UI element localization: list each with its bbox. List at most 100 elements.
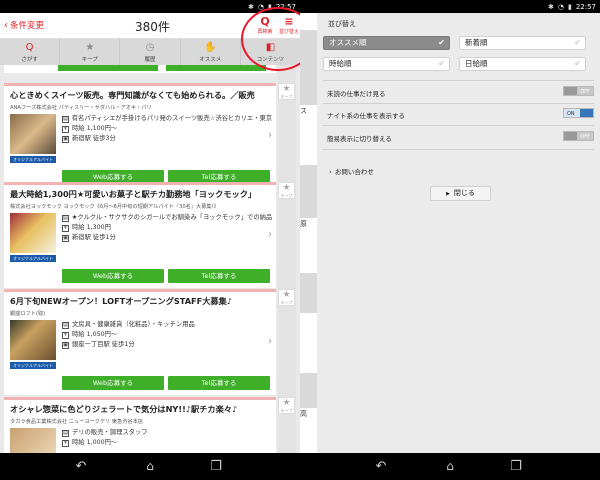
bg-card: 原 xyxy=(300,218,317,273)
status-time: 22:57 xyxy=(575,2,596,11)
home-icon[interactable]: ⌂ xyxy=(440,459,460,473)
tab-keep[interactable]: ★ キープ xyxy=(60,39,121,65)
job-list-screen: ✱ ◔ ▮ 22:57 ‹ 条件変更 380件 Q 再検索 ≡ 並び替え Q さ… xyxy=(0,0,300,453)
sort-option-label: 日給順 xyxy=(465,59,488,68)
tab-recommend[interactable]: ✋ オススメ xyxy=(181,39,241,65)
job-desc: ★クルクル・サクサクのシガールでお馴染み「ヨックモック」での納品... xyxy=(71,214,272,221)
bg-card-text: ス xyxy=(300,107,307,115)
train-icon: ▣ xyxy=(62,135,69,143)
web-apply-button[interactable]: Web応募する xyxy=(62,269,164,283)
sort-option-newest[interactable]: 新着順 ✔ xyxy=(459,36,586,50)
bg-card-text: 原 xyxy=(300,220,307,228)
bg-card xyxy=(300,313,317,373)
job-summary[interactable]: オリジナルアルバイト ▤ ★クルクル・サクサクのシガールでお馴染み「ヨックモック」… xyxy=(4,213,276,269)
tab-history[interactable]: ◷ 履歴 xyxy=(120,39,181,65)
simple-view-toggle[interactable]: OFF xyxy=(563,131,594,141)
research-label: 再検索 xyxy=(257,29,273,35)
bg-card: 高 xyxy=(300,408,317,453)
tab-contents[interactable]: ◧ コンテンツ xyxy=(241,39,300,65)
home-icon[interactable]: ⌂ xyxy=(140,459,160,473)
wifi-icon: ◔ xyxy=(257,2,264,11)
divider xyxy=(323,149,594,150)
contents-icon: ◧ xyxy=(265,42,276,53)
job-station-row: ▣ 銀座一丁目駅 徒歩1分 xyxy=(62,340,272,350)
result-count: 380件 xyxy=(135,20,170,34)
job-summary[interactable]: オリジナルアルバイト ▤ 文房具・健康雑貨（化粧品）・キッチン用品 ¥ 時給 1,0… xyxy=(4,320,276,376)
job-station: 新宿駅 徒歩3分 xyxy=(72,135,116,142)
toggle-state: OFF xyxy=(580,134,590,140)
job-badge: オリジナルアルバイト xyxy=(10,255,56,262)
sort-label: 並び替え xyxy=(278,29,299,35)
tel-apply-button[interactable]: Tel応募する xyxy=(168,269,270,283)
tab-search[interactable]: Q さがす xyxy=(0,39,61,65)
divider xyxy=(323,80,594,81)
sort-button[interactable]: ≡ 並び替え xyxy=(278,15,300,37)
unread-only-toggle[interactable]: OFF xyxy=(563,86,594,96)
job-card[interactable]: オシャレ惣菜に色どりジェラートで気分はNY!!♪駅チカ楽々♪ タカラ食品工業株式… xyxy=(4,397,276,453)
keep-button[interactable]: ★ キープ xyxy=(278,397,295,414)
job-card[interactable]: 6月下旬NEWオープン！LOFTオープニングSTAFF大募集♪ 銀座ロフト(取)… xyxy=(4,289,276,395)
yen-icon: ¥ xyxy=(62,125,69,133)
contact-link[interactable]: › お問い合わせ xyxy=(329,166,374,176)
thumbs-up-icon: ✋ xyxy=(203,42,217,53)
job-title[interactable]: オシャレ惣菜に色どりジェラートで気分はNY!!♪駅チカ楽々♪ xyxy=(4,400,276,415)
job-wage: 時給 1,000円～ xyxy=(72,439,118,446)
job-card[interactable]: 心ときめくスイーツ販売。専門知識がなくても始められる。／販売 ANAフーズ株式会… xyxy=(4,83,276,189)
tel-apply-button[interactable]: Tel応募する xyxy=(168,376,270,390)
web-apply-button-partial[interactable] xyxy=(58,65,158,71)
keep-button[interactable]: ★ キープ xyxy=(278,289,295,306)
sort-screen: ✱ ◔ ▮ 22:57 ス 原 高 並び替え オススメ順 ✔ 新着順 ✔ 時給順… xyxy=(300,0,600,453)
bg-card: ス xyxy=(300,105,317,165)
star-icon: ★ xyxy=(282,183,291,193)
change-conditions-button[interactable]: ‹ 条件変更 xyxy=(4,19,44,32)
job-badge: オリジナルアルバイト xyxy=(10,156,56,163)
job-title[interactable]: 最大時給1,300円★可愛いお菓子と駅チカ勤務地「ヨックモック」 xyxy=(4,185,276,200)
web-apply-button[interactable]: Web応募する xyxy=(62,376,164,390)
toggle-label: 簡易表示に切り替える xyxy=(327,135,392,143)
toggle-knob xyxy=(564,132,577,140)
check-icon: ✔ xyxy=(574,38,581,47)
recent-apps-icon[interactable]: ❐ xyxy=(506,459,526,474)
keep-button[interactable]: ★ キープ xyxy=(278,83,295,100)
job-title[interactable]: 心ときめくスイーツ販売。専門知識がなくても始められる。／販売 xyxy=(4,86,276,101)
job-summary[interactable]: オリジナルアルバイト ▤ 有名パティシエが手掛けるパリ発のスイーツ販売☆渋谷ヒカリ… xyxy=(4,114,276,170)
star-icon: ★ xyxy=(85,42,95,53)
sort-option-hourly-wage[interactable]: 時給順 ✔ xyxy=(323,57,450,71)
sort-sheet: 並び替え オススメ順 ✔ 新着順 ✔ 時給順 ✔ 日給順 ✔ 未読の仕事だけ見る… xyxy=(317,13,600,453)
job-station-row: ▣ 新宿駅 徒歩3分 xyxy=(62,134,272,144)
play-arrow-icon: ▶ xyxy=(446,191,450,197)
job-photo xyxy=(10,213,56,253)
job-details: ▤ デリの販売・調理スタッフ ¥ 時給 1,000円～ xyxy=(62,428,272,448)
bg-card xyxy=(300,13,317,30)
chevron-right-icon: › xyxy=(268,336,272,347)
chevron-left-icon: ‹ xyxy=(4,19,8,31)
contact-label: お問い合わせ xyxy=(334,168,374,176)
sort-lines-icon: ≡ xyxy=(284,15,294,28)
back-icon[interactable]: ↶ xyxy=(71,459,91,474)
night-jobs-toggle[interactable]: ON xyxy=(563,108,594,118)
job-wage-row: ¥ 時給 1,000円～ xyxy=(62,438,272,448)
building-icon: ▤ xyxy=(62,214,69,222)
toggle-label: ナイト系の仕事を表示する xyxy=(327,112,405,120)
tel-apply-button-partial[interactable] xyxy=(166,65,266,71)
close-label: 閉じる xyxy=(453,189,475,197)
back-icon[interactable]: ↶ xyxy=(371,459,391,474)
job-title[interactable]: 6月下旬NEWオープン！LOFTオープニングSTAFF大募集♪ xyxy=(4,292,276,307)
recent-apps-icon[interactable]: ❐ xyxy=(206,459,226,474)
search-q-icon: Q xyxy=(260,15,270,28)
sort-option-recommended[interactable]: オススメ順 ✔ xyxy=(323,36,450,50)
keep-button[interactable]: ★ キープ xyxy=(278,182,295,199)
chevron-right-icon: › xyxy=(268,130,272,141)
apply-buttons: Web応募する Tel応募する xyxy=(4,269,276,288)
job-card[interactable]: 最大時給1,300円★可愛いお菓子と駅チカ勤務地「ヨックモック」 株式会社ヨック… xyxy=(4,182,276,288)
research-button[interactable]: Q 再検索 xyxy=(254,15,276,37)
job-feed[interactable]: 心ときめくスイーツ販売。専門知識がなくても始められる。／販売 ANAフーズ株式会… xyxy=(0,65,300,453)
search-q-icon: Q xyxy=(25,42,34,53)
job-summary[interactable]: ▤ デリの販売・調理スタッフ ¥ 時給 1,000円～ xyxy=(4,428,276,453)
close-button[interactable]: ▶ 閉じる xyxy=(430,186,491,201)
sort-option-daily-wage[interactable]: 日給順 ✔ xyxy=(459,57,586,71)
check-icon: ✔ xyxy=(574,59,581,68)
company-name: タカラ食品工業株式会社 ニューヨークデリ 東急渋谷本店 xyxy=(10,419,143,425)
toggle-label: 未読の仕事だけ見る xyxy=(327,90,386,98)
job-station: 新宿駅 徒歩1分 xyxy=(72,234,116,241)
